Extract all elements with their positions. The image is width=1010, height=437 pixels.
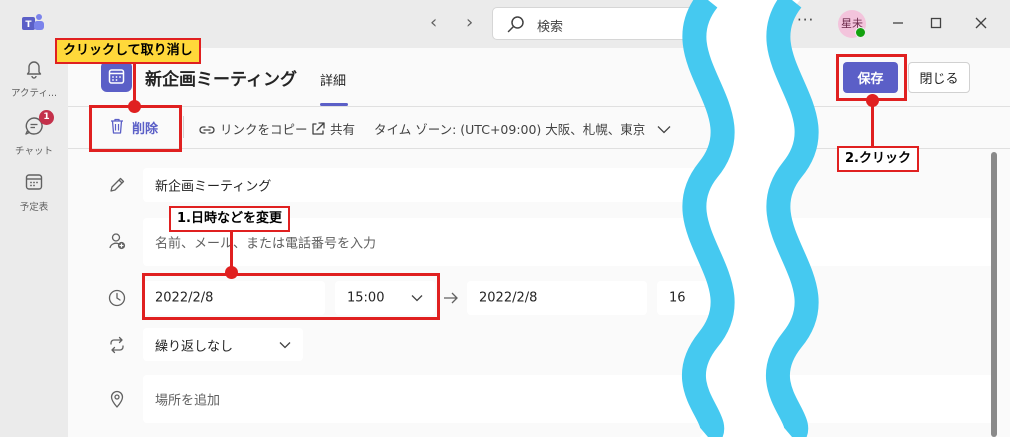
repeat-icon <box>110 336 124 354</box>
tab-details[interactable]: 詳細 <box>320 70 346 89</box>
repeat-value: 繰り返しなし <box>155 339 234 354</box>
rail-label-calendar: 予定表 <box>19 202 49 213</box>
app-rail <box>0 48 68 437</box>
add-person-icon <box>109 233 126 250</box>
title-input-value: 新企画ミーティング <box>155 179 272 195</box>
annotation-connector <box>871 101 874 147</box>
share-icon <box>312 122 325 135</box>
title-input[interactable]: 新企画ミーティング <box>143 168 743 202</box>
pencil-icon <box>110 177 125 192</box>
page-title: 新企画ミーティング <box>145 70 297 90</box>
end-date-value: 2022/2/8 <box>479 290 538 306</box>
arrow-right-icon <box>444 292 458 304</box>
rail-item-calendar[interactable]: 予定表 <box>0 171 68 213</box>
clock-icon <box>108 289 126 307</box>
annotation-marker <box>866 94 879 107</box>
minimize-icon[interactable] <box>888 13 908 33</box>
chat-unread-badge: 1 <box>39 110 54 125</box>
rail-label-activity: アクティ... <box>10 88 57 99</box>
annotation-cancel-note: クリックして取り消し <box>55 38 201 64</box>
forward-arrow-icon[interactable]: › <box>466 14 473 32</box>
location-input[interactable]: 場所を追加 <box>143 375 993 423</box>
copy-link-label: リンクをコピー <box>220 122 308 137</box>
back-arrow-icon[interactable]: ‹ <box>430 14 437 32</box>
timezone-dropdown[interactable]: タイム ゾーン: (UTC+09:00) 大阪、札幌、東京 <box>374 119 671 138</box>
datetime-highlight-box <box>142 273 440 320</box>
meeting-calendar-icon <box>101 61 132 92</box>
teams-logo-icon: T <box>22 14 44 30</box>
end-date-input[interactable]: 2022/2/8 <box>467 281 647 315</box>
location-pin-icon <box>110 390 124 408</box>
chevron-down-icon <box>279 341 291 348</box>
close-button[interactable]: 閉じる <box>908 62 970 93</box>
toolbar-separator <box>183 116 184 138</box>
share-button[interactable]: 共有 <box>310 119 355 138</box>
maximize-icon[interactable] <box>926 13 946 33</box>
timezone-label: タイム ゾーン: (UTC+09:00) 大阪、札幌、東京 <box>374 122 646 137</box>
calendar-icon <box>25 174 43 190</box>
annotation-marker <box>128 100 141 113</box>
rail-item-chat[interactable]: チャット <box>0 115 68 157</box>
annotation-step1: 1.日時などを変更 <box>169 206 290 232</box>
location-placeholder: 場所を追加 <box>155 393 221 409</box>
copy-link-button[interactable]: リンクをコピー <box>198 119 308 138</box>
page-break-wave <box>682 0 819 437</box>
attendees-placeholder: 名前、メール、または電話番号を入力 <box>155 236 377 252</box>
rail-label-chat: チャット <box>15 146 53 157</box>
bell-icon <box>26 61 42 79</box>
svg-text:T: T <box>25 20 32 30</box>
close-window-icon[interactable] <box>971 13 991 33</box>
annotation-marker <box>225 266 238 279</box>
search-placeholder: 検索 <box>537 20 564 35</box>
share-label: 共有 <box>330 122 356 137</box>
annotation-step2: 2.クリック <box>837 146 919 172</box>
link-icon <box>199 126 215 134</box>
scrollbar[interactable] <box>991 152 997 437</box>
search-icon <box>507 16 524 33</box>
repeat-select[interactable]: 繰り返しなし <box>143 328 303 361</box>
